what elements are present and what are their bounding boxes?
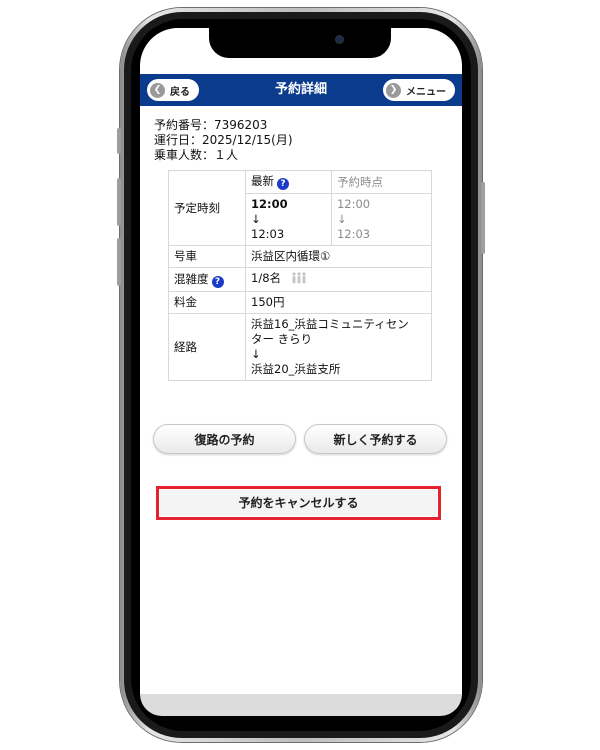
route-arrow: ↓	[251, 347, 261, 361]
phone-side-button-left-2	[117, 178, 121, 226]
table-row: 経路 浜益16_浜益コミュニティセン ター きらり ↓ 浜益20_浜益支所	[168, 313, 432, 381]
phone-screen: 予約詳細 ❮ 戻る ❯ メニュー 予約番号：7396203 運行日：2025/1…	[140, 28, 462, 694]
col-at-booking-header: 予約時点	[330, 170, 433, 194]
phone-bottom-bar	[140, 694, 462, 716]
table-row: 混雑度? 1/8名	[168, 267, 432, 292]
table-header-row: 予定時刻 最新? 予約時点	[168, 170, 433, 246]
arrow-left-circle-icon: ❮	[150, 82, 165, 98]
route-origin-line1: 浜益16_浜益コミュニティセン	[251, 317, 409, 331]
congestion-value: 1/8名	[251, 271, 282, 285]
table-row: 号車 浜益区内循環①	[168, 245, 432, 268]
camera-icon	[336, 36, 343, 43]
cancel-reservation-button[interactable]: 予約をキャンセルする	[160, 490, 437, 516]
col-latest-header: 最新?	[245, 170, 332, 194]
reservation-info: 予約番号：7396203 運行日：2025/12/15(月) 乗車人数：１人	[154, 118, 293, 163]
latest-time-arrow: ↓	[251, 212, 261, 226]
phone-side-button-right	[481, 182, 485, 254]
congestion-label-cell: 混雑度?	[168, 267, 246, 292]
latest-arrival-time: 12:03	[251, 227, 285, 241]
scheduled-time-label: 予定時刻	[168, 170, 246, 246]
return-trip-button[interactable]: 復路の予約	[153, 424, 296, 454]
route-origin-line2: ター きらり	[251, 332, 313, 346]
route-value-cell: 浜益16_浜益コミュニティセン ター きらり ↓ 浜益20_浜益支所	[245, 313, 432, 381]
operation-date: 運行日：2025/12/15(月)	[154, 133, 293, 147]
passenger-count: 乗車人数：１人	[154, 148, 239, 162]
congestion-label: 混雑度	[174, 271, 209, 286]
menu-button[interactable]: ❯ メニュー	[383, 79, 455, 101]
col-latest-label: 最新	[251, 174, 274, 188]
phone-side-button-left-1	[117, 128, 121, 154]
phone-notch	[209, 24, 391, 58]
booking-departure-time: 12:00	[336, 197, 371, 211]
route-destination: 浜益20_浜益支所	[251, 362, 341, 376]
booking-time-cell: 12:00 ↓ 12:03	[330, 193, 433, 246]
back-button-label: 戻る	[170, 86, 190, 98]
arrow-right-circle-icon: ❯	[386, 82, 401, 98]
vehicle-value: 浜益区内循環①	[245, 245, 432, 268]
phone-side-button-left-3	[117, 238, 121, 286]
vehicle-label: 号車	[168, 245, 246, 268]
route-label: 経路	[168, 313, 246, 381]
app-header: 予約詳細 ❮ 戻る ❯ メニュー	[140, 74, 462, 106]
new-reservation-button[interactable]: 新しく予約する	[304, 424, 447, 454]
table-row: 料金 150円	[168, 291, 432, 314]
question-mark-icon[interactable]: ?	[277, 178, 289, 190]
reservation-details-table: 予定時刻 最新? 予約時点 12:00 ↓ 12:03 12:00 ↓ 12:0…	[168, 170, 433, 381]
congestion-value-cell: 1/8名	[245, 267, 432, 292]
latest-departure-time: 12:00	[251, 197, 288, 211]
people-icon	[291, 272, 307, 288]
back-button[interactable]: ❮ 戻る	[147, 79, 199, 101]
booking-arrival-time: 12:03	[336, 227, 371, 241]
menu-button-label: メニュー	[406, 86, 446, 98]
booking-time-arrow: ↓	[336, 212, 347, 226]
reservation-number: 予約番号：7396203	[154, 118, 268, 132]
fare-label: 料金	[168, 291, 246, 314]
latest-time-cell: 12:00 ↓ 12:03	[245, 193, 332, 246]
fare-value: 150円	[245, 291, 432, 314]
question-mark-icon[interactable]: ?	[211, 275, 224, 288]
screenshot-stage: 予約詳細 ❮ 戻る ❯ メニュー 予約番号：7396203 運行日：2025/1…	[0, 0, 600, 750]
